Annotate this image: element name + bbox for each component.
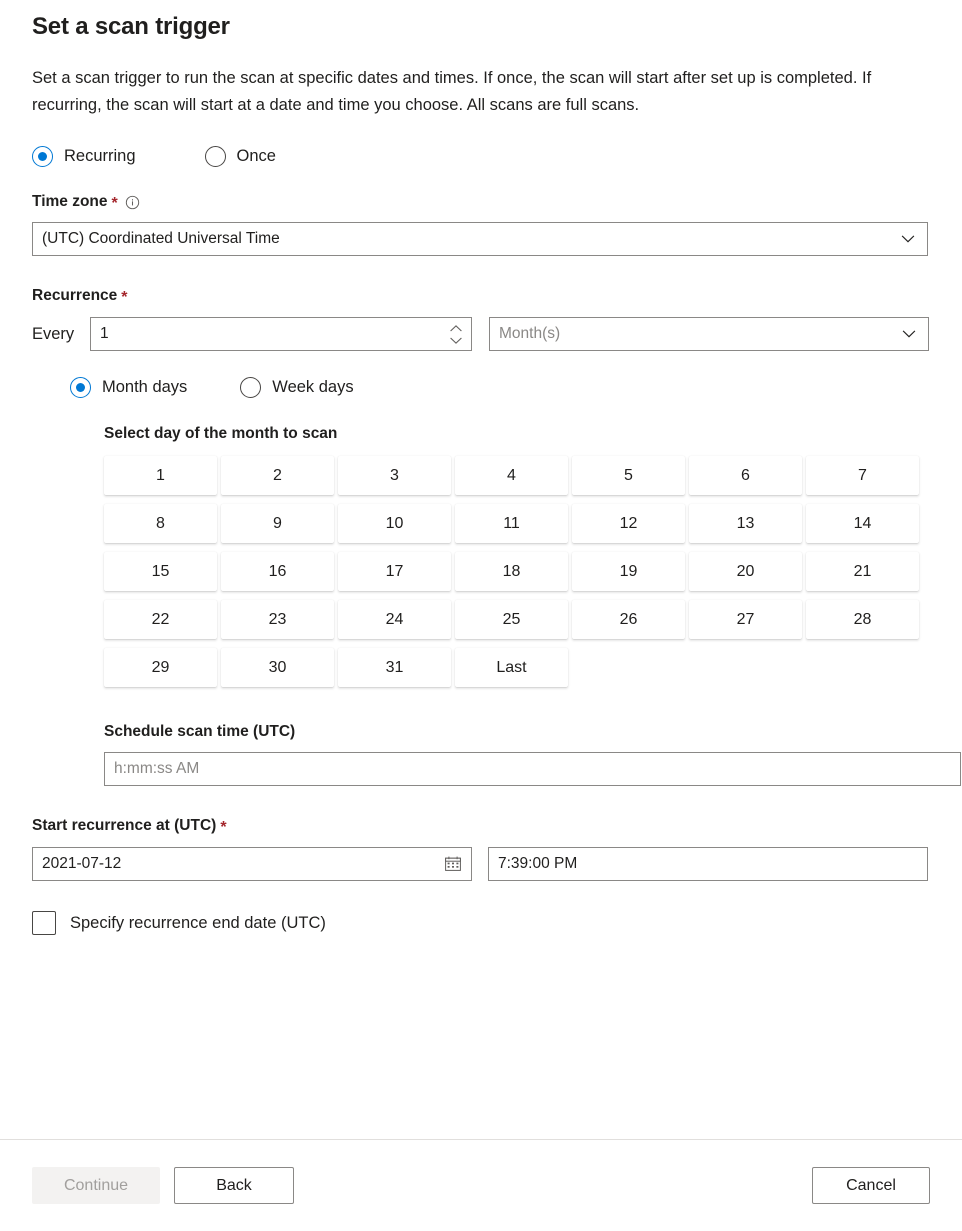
day-cell[interactable]: 24	[338, 600, 451, 639]
quantity-stepper[interactable]	[445, 319, 467, 349]
start-recurrence-time-value: 7:39:00 PM	[498, 855, 918, 873]
start-recurrence-label: Start recurrence at (UTC) *	[32, 786, 930, 836]
radio-once-label: Once	[237, 147, 276, 166]
recurrence-mode-radio-group: Month days Week days	[32, 351, 930, 398]
trigger-type-radio-group: Recurring Once	[32, 119, 930, 167]
radio-week-days-label: Week days	[272, 378, 353, 397]
start-recurrence-required-marker: *	[220, 820, 226, 836]
day-cell[interactable]: 3	[338, 456, 451, 495]
day-cell[interactable]: 23	[221, 600, 334, 639]
day-cell[interactable]: 30	[221, 648, 334, 687]
chevron-up-icon	[449, 324, 463, 333]
day-cell[interactable]: 31	[338, 648, 451, 687]
radio-week-days-mark[interactable]	[240, 377, 261, 398]
day-cell[interactable]: Last	[455, 648, 568, 687]
radio-once-mark[interactable]	[205, 146, 226, 167]
start-recurrence-date-value: 2021-07-12	[42, 855, 444, 873]
radio-recurring-mark[interactable]	[32, 146, 53, 167]
dialog-footer: Continue Back Cancel	[0, 1139, 962, 1231]
day-cell[interactable]: 2	[221, 456, 334, 495]
start-recurrence-row: 2021-07-12	[32, 847, 930, 881]
day-cell[interactable]: 15	[104, 552, 217, 591]
specify-end-date-checkbox-row[interactable]: Specify recurrence end date (UTC)	[32, 881, 930, 935]
set-scan-trigger-dialog: Set a scan trigger Set a scan trigger to…	[0, 0, 962, 1231]
day-cell[interactable]: 12	[572, 504, 685, 543]
day-cell[interactable]: 10	[338, 504, 451, 543]
specify-end-date-checkbox[interactable]	[32, 911, 56, 935]
day-cell[interactable]: 13	[689, 504, 802, 543]
radio-month-days-label: Month days	[102, 378, 187, 397]
chevron-down-icon[interactable]	[900, 231, 916, 247]
cancel-button[interactable]: Cancel	[812, 1167, 930, 1204]
radio-month-days-mark[interactable]	[70, 377, 91, 398]
every-label: Every	[32, 325, 90, 344]
day-cell[interactable]: 4	[455, 456, 568, 495]
day-cell[interactable]: 20	[689, 552, 802, 591]
dialog-body: Set a scan trigger Set a scan trigger to…	[0, 0, 962, 1139]
info-circle-icon[interactable]	[125, 195, 140, 210]
day-cell[interactable]: 26	[572, 600, 685, 639]
calendar-icon[interactable]	[444, 855, 462, 873]
specify-end-date-label: Specify recurrence end date (UTC)	[70, 914, 326, 933]
recurrence-unit-value: Month(s)	[499, 325, 901, 343]
back-button[interactable]: Back	[174, 1167, 294, 1204]
day-cell[interactable]: 9	[221, 504, 334, 543]
recurrence-label: Recurrence *	[32, 256, 930, 306]
day-cell[interactable]: 22	[104, 600, 217, 639]
day-cell[interactable]: 25	[455, 600, 568, 639]
timezone-select[interactable]: (UTC) Coordinated Universal Time	[32, 222, 928, 256]
day-cell[interactable]: 27	[689, 600, 802, 639]
radio-once[interactable]: Once	[205, 146, 276, 167]
month-day-grid: 1234567891011121314151617181920212223242…	[32, 443, 923, 696]
day-cell[interactable]: 7	[806, 456, 919, 495]
recurrence-required-marker: *	[121, 290, 127, 306]
day-cell[interactable]: 6	[689, 456, 802, 495]
day-cell[interactable]: 19	[572, 552, 685, 591]
timezone-value: (UTC) Coordinated Universal Time	[42, 230, 900, 248]
continue-button[interactable]: Continue	[32, 1167, 160, 1204]
start-recurrence-time-field[interactable]: 7:39:00 PM	[488, 847, 928, 881]
recurrence-interval-spinner[interactable]: 1	[90, 317, 472, 351]
radio-recurring[interactable]: Recurring	[32, 146, 136, 167]
day-cell[interactable]: 21	[806, 552, 919, 591]
day-cell[interactable]: 11	[455, 504, 568, 543]
day-picker-heading: Select day of the month to scan	[32, 398, 930, 443]
recurrence-label-text: Recurrence	[32, 286, 117, 306]
day-cell[interactable]: 18	[455, 552, 568, 591]
recurrence-interval-row: Every 1 Month(s)	[32, 317, 930, 351]
recurrence-interval-value: 1	[100, 325, 445, 343]
radio-recurring-label: Recurring	[64, 147, 136, 166]
radio-month-days[interactable]: Month days	[70, 377, 187, 398]
start-recurrence-label-text: Start recurrence at (UTC)	[32, 816, 216, 836]
start-recurrence-date-field[interactable]: 2021-07-12	[32, 847, 472, 881]
day-cell[interactable]: 1	[104, 456, 217, 495]
chevron-down-icon	[449, 336, 463, 345]
day-cell[interactable]: 14	[806, 504, 919, 543]
day-cell[interactable]: 8	[104, 504, 217, 543]
timezone-label-text: Time zone	[32, 192, 108, 212]
schedule-scan-time-input[interactable]: h:mm:ss AM	[104, 752, 961, 786]
day-cell[interactable]: 17	[338, 552, 451, 591]
radio-week-days[interactable]: Week days	[240, 377, 353, 398]
recurrence-unit-select[interactable]: Month(s)	[489, 317, 929, 351]
page-title: Set a scan trigger	[32, 0, 930, 43]
timezone-label: Time zone *	[32, 167, 930, 212]
schedule-scan-time-placeholder: h:mm:ss AM	[114, 760, 951, 778]
schedule-scan-time-label: Schedule scan time (UTC)	[32, 696, 930, 741]
dialog-description: Set a scan trigger to run the scan at sp…	[32, 43, 928, 119]
day-cell[interactable]: 5	[572, 456, 685, 495]
day-cell[interactable]: 16	[221, 552, 334, 591]
timezone-required-marker: *	[112, 196, 118, 212]
day-cell[interactable]: 28	[806, 600, 919, 639]
day-cell[interactable]: 29	[104, 648, 217, 687]
chevron-down-icon[interactable]	[901, 326, 917, 342]
